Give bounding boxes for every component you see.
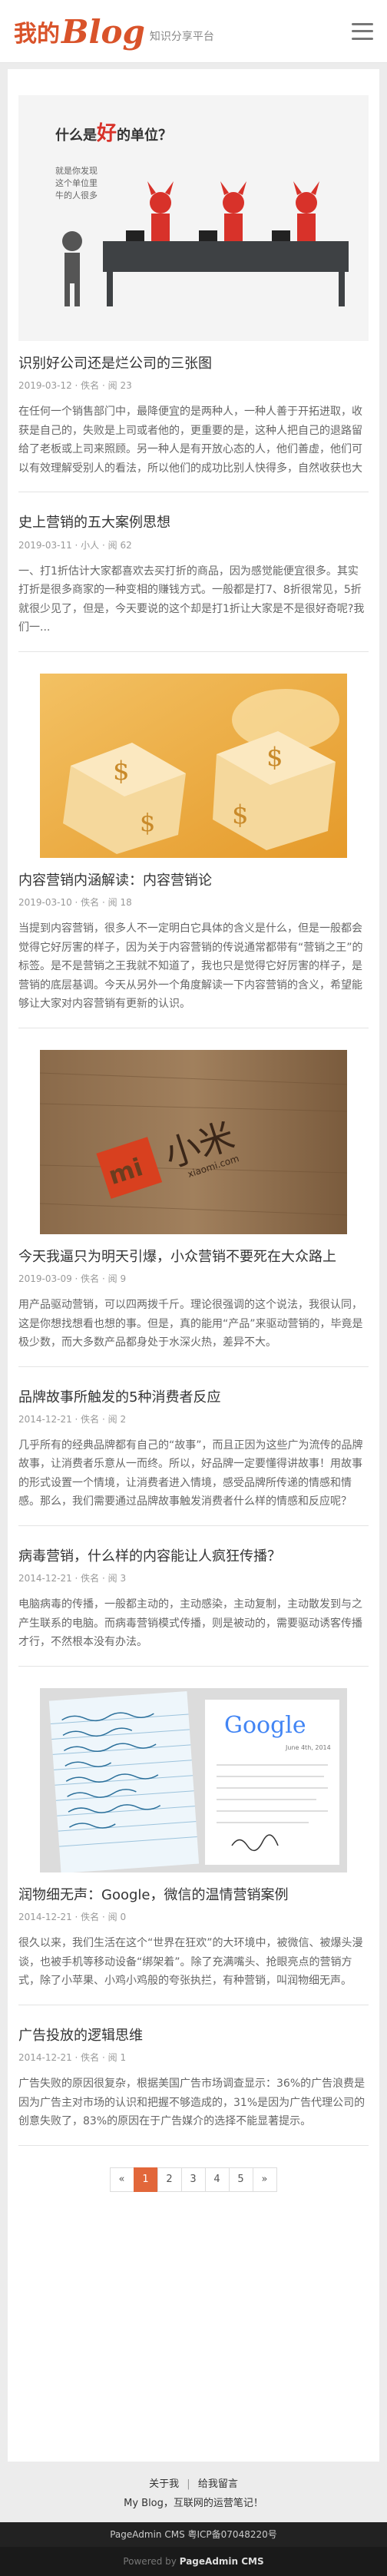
- site-header: 我的 Blog 知识分享平台: [0, 0, 387, 63]
- list-item: 史上营销的五大案例思想 2019-03-11 · 小人 · 阅 62 一、打1折…: [18, 514, 369, 652]
- article-summary: 在任何一个销售部门中，最降便宜的是两种人，一种人善于开拓进取，收获是自己的，失败…: [18, 406, 362, 475]
- guestbook-link[interactable]: 给我留言: [198, 2478, 238, 2490]
- article-image[interactable]: Google June 4th, 2014: [18, 1687, 369, 1872]
- svg-text:$: $: [140, 808, 155, 837]
- list-item: Google June 4th, 2014 润物细无声：Google，微信的温情…: [18, 1687, 369, 2005]
- pagination: « 1 2 3 4 5 »: [18, 2167, 369, 2192]
- about-link[interactable]: 关于我: [149, 2478, 179, 2490]
- site-logo[interactable]: 我的 Blog 知识分享平台: [14, 15, 214, 48]
- page-button-5[interactable]: 5: [228, 2167, 253, 2192]
- article-summary: 用产品驱动营销，可以四两拨千斤。理论很强调的这个说法，我很认同，这是你想找想看也…: [18, 1299, 363, 1349]
- article-meta: 2014-12-21 · 佚名 · 阅 1: [18, 2052, 127, 2064]
- hero-headline-pre: 什么是: [55, 127, 97, 144]
- article-image[interactable]: $ $ $ $: [18, 673, 369, 858]
- article-summary: 电脑病毒的传播，一般都主动的，主动感染，主动复制，主动散发到与之产生联系的电脑。…: [18, 1598, 362, 1649]
- site-footer: 关于我 | 给我留言 My Blog，互联网的运营笔记！: [0, 2462, 387, 2509]
- article-summary: 当提到内容营销，很多人不一定明白它具体的含义是什么，但是一般都会觉得它好厉害的样…: [18, 922, 363, 1011]
- article-list: 什么是好的单位？ 就是你发现 这个单位里 牛的人很多 识别好公司还是烂公司的三张…: [8, 69, 379, 2462]
- list-item: 病毒营销，什么样的内容能让人疯狂传播？ 2014-12-21 · 佚名 · 阅 …: [18, 1548, 369, 1667]
- article-title[interactable]: 病毒营销，什么样的内容能让人疯狂传播？: [18, 1548, 369, 1565]
- list-item: $ $ $ $ 内容营销内涵解读：内容营销论 2019-03-10 · 佚名 ·…: [18, 673, 369, 1028]
- article-summary: 很久以来，我们生活在这个“世界在狂欢”的大环境中，被微信、被爆头漫谈，也被手机等…: [18, 1937, 363, 1988]
- article-summary: 一、打1折估计大家都喜欢去买打折的商品，因为感觉能便宜很多。其实打折是很多商家的…: [18, 565, 365, 634]
- article-title[interactable]: 识别好公司还是烂公司的三张图: [18, 355, 369, 372]
- article-title[interactable]: 内容营销内涵解读：内容营销论: [18, 872, 369, 889]
- hero-line-3: 牛的人很多: [55, 190, 98, 200]
- menu-icon[interactable]: [352, 22, 373, 40]
- hero-headline-post: 的单位？: [117, 127, 172, 144]
- hero-line-2: 这个单位里: [55, 177, 98, 188]
- list-item: 广告投放的逻辑思维 2014-12-21 · 佚名 · 阅 1 广告失败的原因很…: [18, 2027, 369, 2146]
- hero-headline-highlight: 好: [96, 122, 117, 145]
- article-meta: 2014-12-21 · 佚名 · 阅 3: [18, 1573, 127, 1584]
- article-summary: 广告失败的原因很复杂，根据美国广告市场调查显示：36%的广告浪费是因为广告主对市…: [18, 2078, 366, 2128]
- list-item: 品牌故事所触发的5种消费者反应 2014-12-21 · 佚名 · 阅 2 几乎…: [18, 1389, 369, 1526]
- article-meta: 2019-03-10 · 佚名 · 阅 18: [18, 897, 132, 909]
- google-word: Google: [224, 1712, 306, 1739]
- logo-blog: Blog: [61, 12, 145, 51]
- svg-text:$: $: [266, 742, 283, 773]
- page-button-1[interactable]: 1: [133, 2167, 158, 2192]
- article-meta: 2019-03-12 · 佚名 · 阅 23: [18, 380, 132, 392]
- logo-text: 我的: [14, 20, 60, 48]
- article-title[interactable]: 广告投放的逻辑思维: [18, 2027, 369, 2045]
- copyright-text: PageAdmin CMS 粤ICP备07048220号: [110, 2529, 277, 2540]
- list-item: mi 小米 xiaomi.com 今天我逼只为明天引爆，小众营销不要死在大众路上…: [18, 1049, 369, 1367]
- page-button-4[interactable]: 4: [204, 2167, 230, 2192]
- article-image[interactable]: mi 小米 xiaomi.com: [18, 1049, 369, 1234]
- article-meta: 2014-12-21 · 佚名 · 阅 0: [18, 1912, 127, 1923]
- powered-prefix: Powered by: [123, 2556, 177, 2567]
- footer-separator: |: [187, 2478, 190, 2490]
- list-item: 什么是好的单位？ 就是你发现 这个单位里 牛的人很多 识别好公司还是烂公司的三张…: [18, 95, 369, 493]
- page-button-3[interactable]: 3: [180, 2167, 206, 2192]
- powered-bar: Powered by PageAdmin CMS: [0, 2547, 387, 2576]
- svg-text:$: $: [113, 756, 130, 786]
- powered-brand-link[interactable]: PageAdmin CMS: [180, 2556, 264, 2567]
- copyright-bar: PageAdmin CMS 粤ICP备07048220号: [0, 2522, 387, 2547]
- article-title[interactable]: 品牌故事所触发的5种消费者反应: [18, 1389, 369, 1406]
- article-summary: 几乎所有的经典品牌都有自己的“故事”，而且正因为这些广为流传的品牌故事，让消费者…: [18, 1439, 363, 1508]
- article-title[interactable]: 润物细无声：Google，微信的温情营销案例: [18, 1886, 369, 1904]
- footer-slogan: My Blog，互联网的运营笔记！: [124, 2498, 263, 2509]
- page-button-2[interactable]: 2: [157, 2167, 182, 2192]
- logo-subtitle: 知识分享平台: [149, 30, 214, 43]
- next-page-button[interactable]: »: [252, 2167, 277, 2192]
- prev-page-button[interactable]: «: [109, 2167, 134, 2192]
- article-title[interactable]: 今天我逼只为明天引爆，小众营销不要死在大众路上: [18, 1248, 369, 1266]
- google-date: June 4th, 2014: [285, 1744, 331, 1751]
- article-meta: 2019-03-11 · 小人 · 阅 62: [18, 539, 132, 551]
- article-title[interactable]: 史上营销的五大案例思想: [18, 514, 369, 531]
- article-meta: 2019-03-09 · 佚名 · 阅 9: [18, 1273, 127, 1285]
- hero-line-1: 就是你发现: [55, 165, 98, 176]
- svg-text:$: $: [232, 800, 249, 830]
- article-image[interactable]: 什么是好的单位？ 就是你发现 这个单位里 牛的人很多: [18, 95, 369, 341]
- article-meta: 2014-12-21 · 佚名 · 阅 2: [18, 1413, 127, 1425]
